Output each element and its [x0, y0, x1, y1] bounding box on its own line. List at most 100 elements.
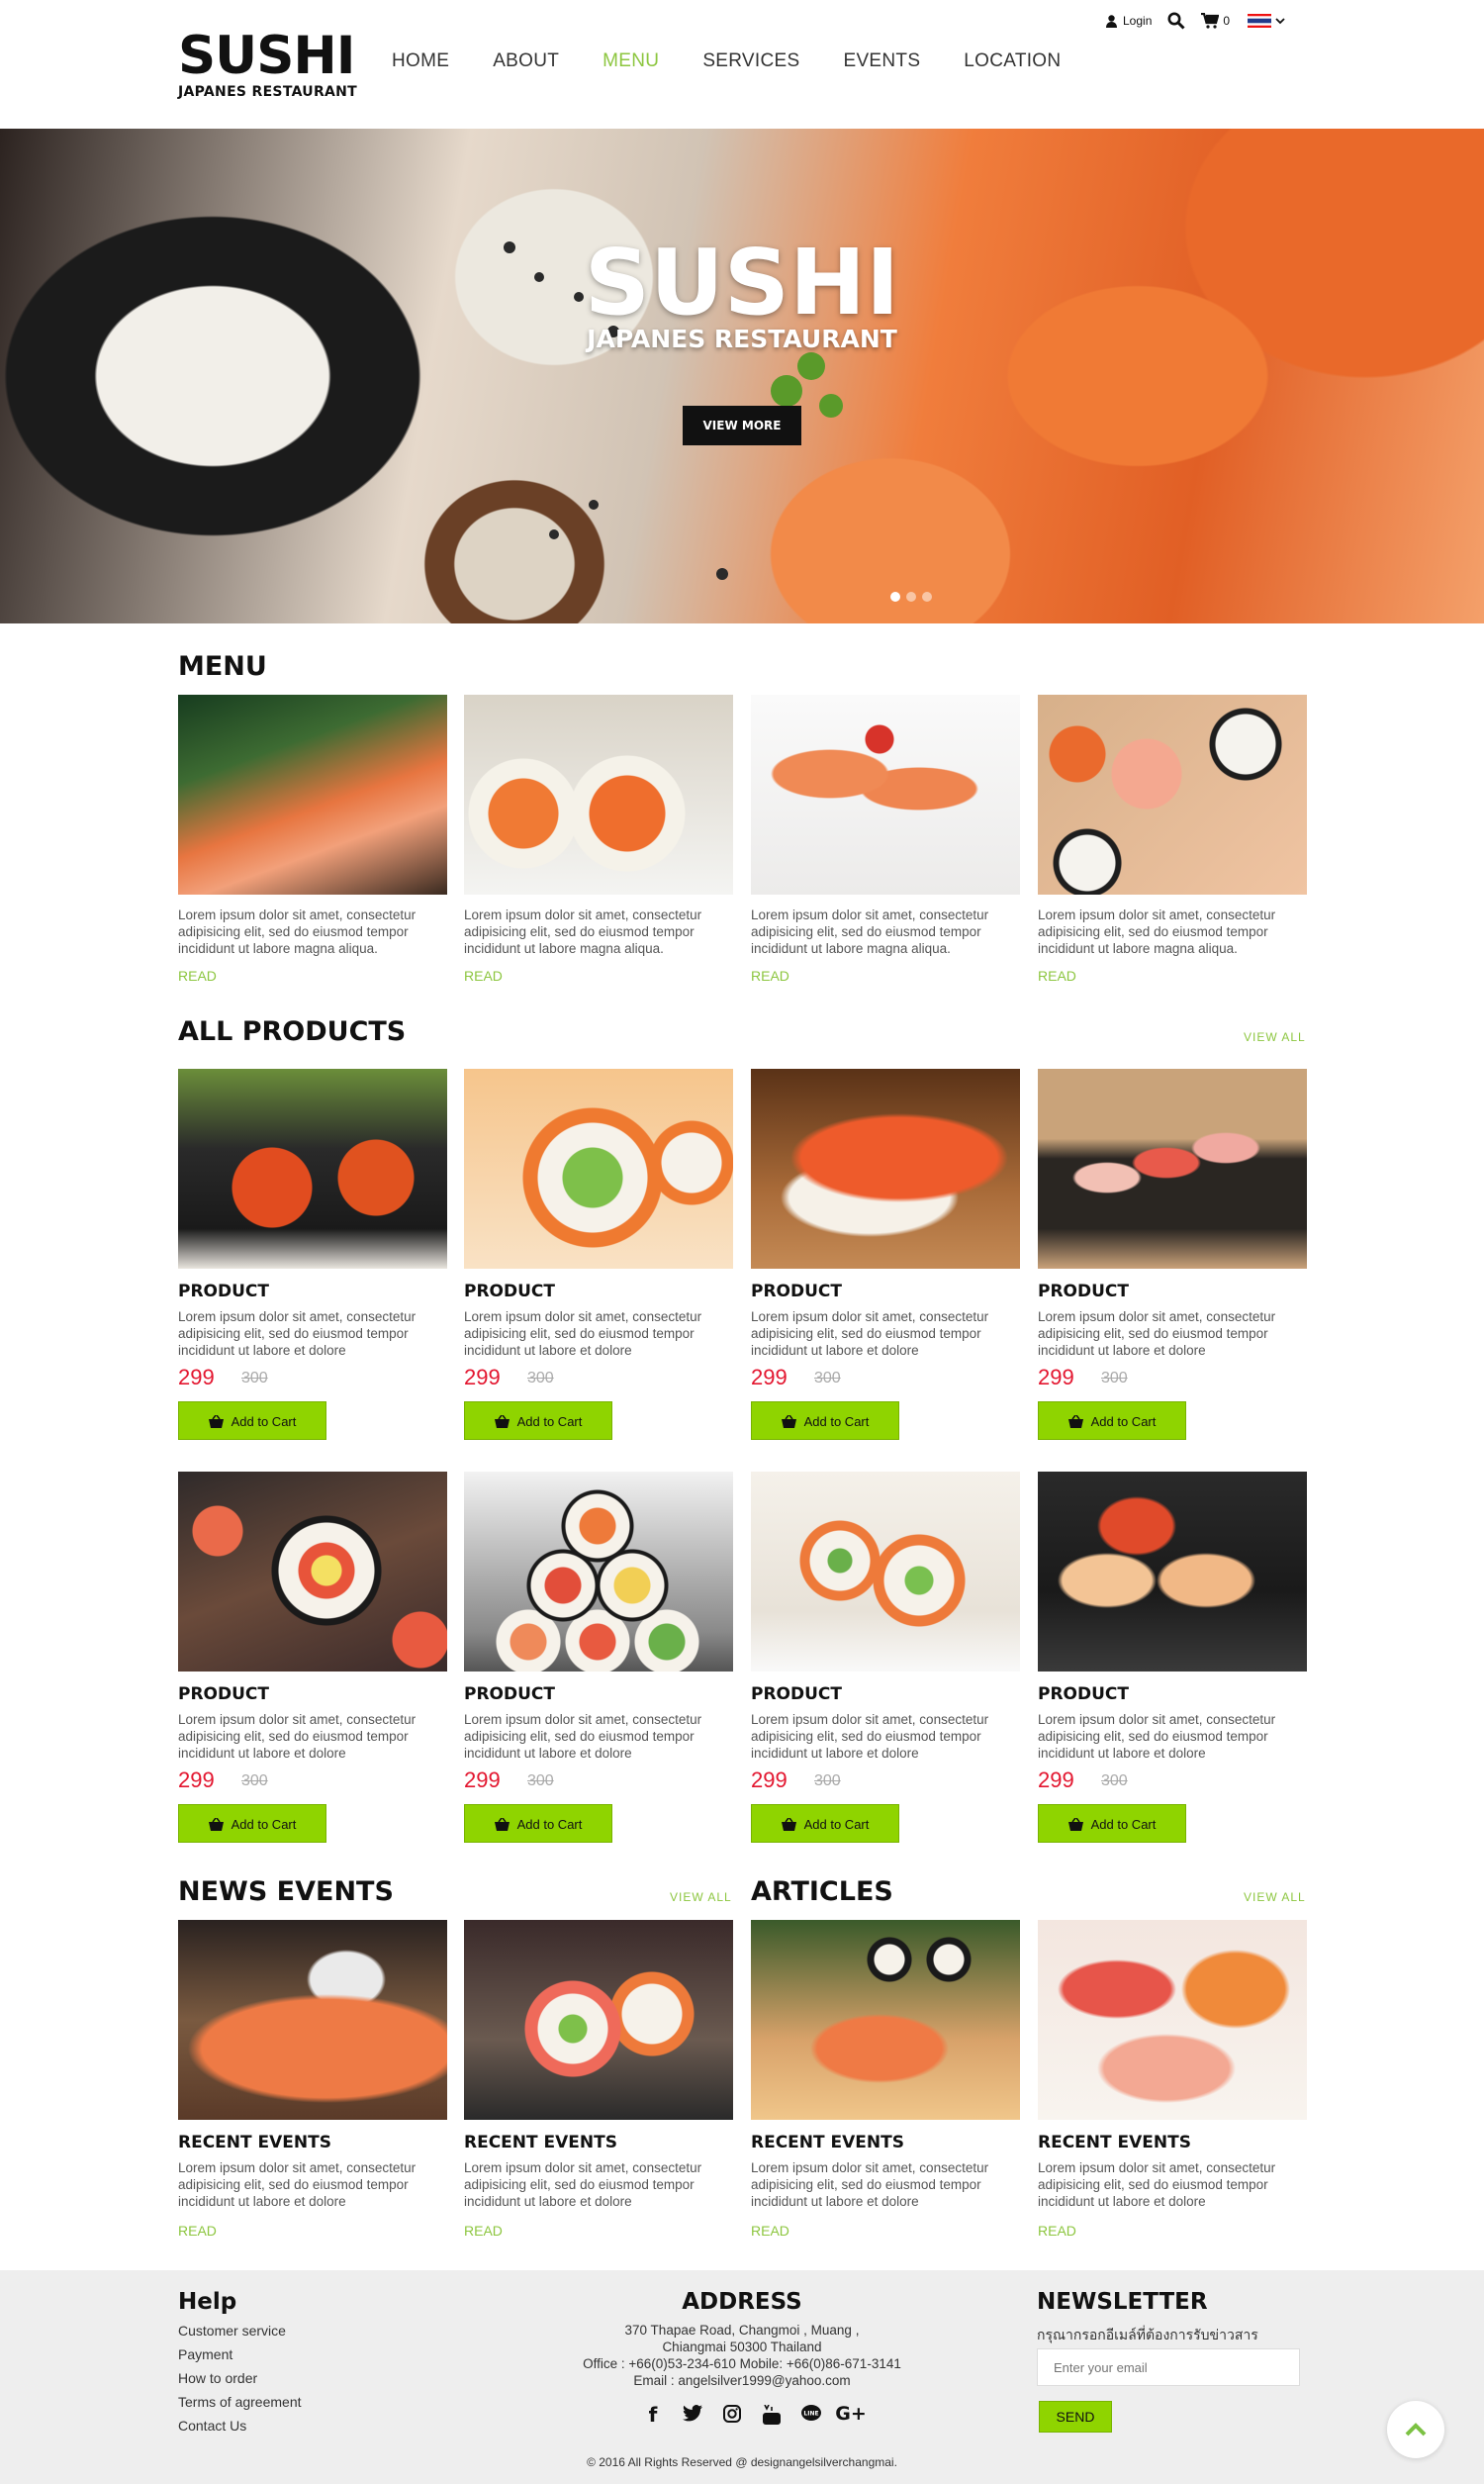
login-link[interactable]: Login [1123, 14, 1152, 28]
product-old-price: 300 [241, 1370, 268, 1386]
help-link-customer-service[interactable]: Customer service [178, 2319, 286, 2342]
product-image[interactable] [751, 1069, 1020, 1269]
read-link[interactable]: READ [464, 2224, 503, 2238]
back-to-top-button[interactable] [1387, 2401, 1444, 2458]
products-view-all-link[interactable]: VIEW ALL [1244, 1031, 1306, 1043]
add-to-cart-button[interactable]: Add to Cart [178, 1804, 326, 1843]
product-name[interactable]: PRODUCT [1038, 1284, 1129, 1300]
article-title[interactable]: RECENT EVENTS [1038, 2135, 1191, 2151]
article-title[interactable]: RECENT EVENTS [751, 2135, 904, 2151]
slider-dot[interactable] [922, 592, 932, 602]
add-to-cart-button[interactable]: Add to Cart [751, 1804, 899, 1843]
menu-image-shrimp[interactable] [751, 695, 1020, 895]
news-image[interactable] [464, 1920, 733, 2120]
help-link-how-to-order[interactable]: How to order [178, 2366, 257, 2390]
product-price: 299 [464, 1767, 501, 1792]
read-link[interactable]: READ [1038, 2224, 1076, 2238]
search-icon[interactable] [1167, 12, 1185, 30]
menu-image-salmon[interactable] [178, 695, 447, 895]
add-to-cart-button[interactable]: Add to Cart [1038, 1804, 1186, 1843]
read-link[interactable]: READ [751, 969, 789, 983]
read-link[interactable]: READ [178, 2224, 217, 2238]
send-button[interactable]: SEND [1039, 2401, 1112, 2433]
help-link-terms[interactable]: Terms of agreement [178, 2390, 302, 2414]
nav-events[interactable]: EVENTS [843, 51, 920, 70]
slider-dot[interactable] [906, 592, 916, 602]
help-link-payment[interactable]: Payment [178, 2342, 232, 2366]
product-name[interactable]: PRODUCT [464, 1686, 555, 1703]
nav-location[interactable]: LOCATION [964, 51, 1061, 70]
read-link[interactable]: READ [1038, 969, 1076, 983]
product-name[interactable]: PRODUCT [751, 1284, 842, 1300]
product-image[interactable] [1038, 1472, 1307, 1672]
news-text: Lorem ipsum dolor sit amet, consectetur … [178, 2160, 417, 2209]
article-text: Lorem ipsum dolor sit amet, consectetur … [751, 2160, 989, 2209]
read-link[interactable]: READ [464, 969, 503, 983]
product-image[interactable] [1038, 1069, 1307, 1269]
news-image[interactable] [178, 1920, 447, 2120]
product-name[interactable]: PRODUCT [178, 1284, 269, 1300]
product-name[interactable]: PRODUCT [464, 1284, 555, 1300]
product-name[interactable]: PRODUCT [751, 1686, 842, 1703]
facebook-icon[interactable]: f [633, 2405, 673, 2428]
nav-services[interactable]: SERVICES [702, 51, 799, 70]
product-image[interactable] [464, 1069, 733, 1269]
menu-text: Lorem ipsum dolor sit amet, consectetur … [751, 908, 989, 956]
product-text: Lorem ipsum dolor sit amet, consectetur … [1038, 1309, 1276, 1358]
product-image[interactable] [751, 1472, 1020, 1672]
address-phone: Office : +66(0)53-234-610 Mobile: +66(0)… [583, 2356, 901, 2371]
logo-title: SUSHI [178, 26, 355, 86]
basket-icon [494, 1817, 510, 1831]
product-price: 299 [751, 1767, 788, 1792]
article-image[interactable] [1038, 1920, 1307, 2120]
product-name[interactable]: PRODUCT [178, 1686, 269, 1703]
newsletter-heading: NEWSLETTER [1037, 2289, 1208, 2315]
news-view-all-link[interactable]: VIEW ALL [670, 1891, 732, 1903]
hero-image [504, 241, 843, 580]
news-title[interactable]: RECENT EVENTS [178, 2135, 331, 2151]
articles-view-all-link[interactable]: VIEW ALL [1244, 1891, 1306, 1903]
twitter-icon[interactable] [673, 2405, 712, 2428]
article-text: Lorem ipsum dolor sit amet, consectetur … [1038, 2160, 1276, 2209]
help-link-contact[interactable]: Contact Us [178, 2414, 246, 2437]
news-title[interactable]: RECENT EVENTS [464, 2135, 617, 2151]
chevron-up-icon [1405, 2423, 1427, 2436]
add-to-cart-button[interactable]: Add to Cart [464, 1401, 612, 1440]
product-image[interactable] [464, 1472, 733, 1672]
address-email: Email : angelsilver1999@yahoo.com [633, 2373, 851, 2388]
nav-home[interactable]: HOME [392, 51, 449, 70]
add-to-cart-button[interactable]: Add to Cart [178, 1401, 326, 1440]
articles-heading: ARTICLES [751, 1876, 893, 1907]
article-image[interactable] [751, 1920, 1020, 2120]
product-price: 299 [1038, 1767, 1074, 1792]
read-link[interactable]: READ [751, 2224, 789, 2238]
line-icon[interactable]: LINE [791, 2405, 831, 2428]
newsletter-text: กรุณากรอกอีเมล์ที่ต้องการรับข่าวสาร [1037, 2327, 1258, 2342]
nav-about[interactable]: ABOUT [493, 51, 559, 70]
basket-icon [1067, 1817, 1083, 1831]
add-to-cart-label: Add to Cart [1090, 1414, 1157, 1429]
logo[interactable]: SUSHI JAPANES RESTAURANT [178, 30, 357, 99]
basket-icon [208, 1414, 224, 1428]
youtube-icon[interactable] [752, 2404, 791, 2428]
nav-menu[interactable]: MENU [603, 51, 659, 70]
menu-image-rolls[interactable] [464, 695, 733, 895]
read-link[interactable]: READ [178, 969, 217, 983]
add-to-cart-button[interactable]: Add to Cart [464, 1804, 612, 1843]
thai-flag-icon[interactable] [1248, 14, 1272, 28]
slider-dot[interactable] [890, 592, 900, 602]
menu-image-platter[interactable] [1038, 695, 1307, 895]
view-more-button[interactable]: VIEW MORE [683, 406, 801, 445]
product-image[interactable] [178, 1472, 447, 1672]
product-name[interactable]: PRODUCT [1038, 1686, 1129, 1703]
cart-icon[interactable] [1201, 13, 1220, 29]
instagram-icon[interactable] [712, 2405, 752, 2428]
product-image[interactable] [178, 1069, 447, 1269]
product-old-price: 300 [241, 1772, 268, 1789]
google-plus-icon[interactable]: G+ [831, 2405, 871, 2428]
chevron-down-icon[interactable] [1275, 17, 1285, 25]
add-to-cart-button[interactable]: Add to Cart [751, 1401, 899, 1440]
add-to-cart-button[interactable]: Add to Cart [1038, 1401, 1186, 1440]
svg-text:LINE: LINE [803, 2411, 818, 2418]
newsletter-email-input[interactable] [1037, 2348, 1300, 2386]
